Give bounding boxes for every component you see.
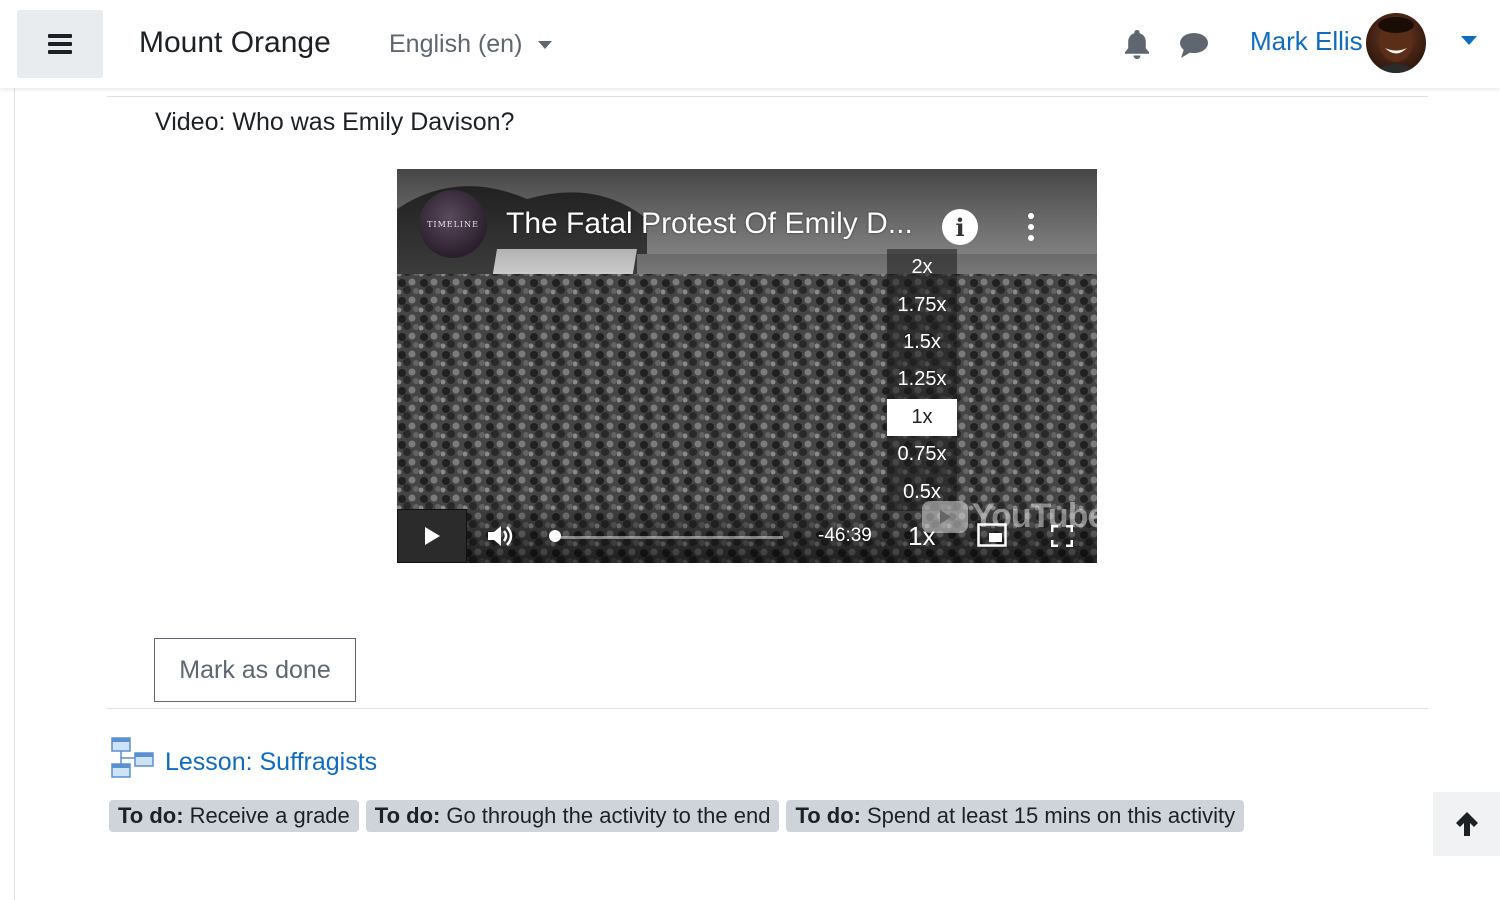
caret-down-icon [538,40,553,49]
activity-title: Video: Who was Emily Davison? [155,108,515,136]
volume-icon[interactable] [486,523,514,554]
play-button[interactable] [397,509,467,563]
bell-icon[interactable] [1122,28,1152,65]
progress-bar[interactable] [555,536,783,539]
playback-speed-button[interactable]: 1x [908,521,935,552]
arrow-up-icon [1455,812,1478,836]
speed-option[interactable]: 1x [887,398,957,436]
video-player[interactable]: TIMELINE The Fatal Protest Of Emily D...… [397,169,1097,563]
page-border [14,88,15,900]
divider [107,96,1428,97]
avatar[interactable] [1366,13,1426,73]
play-icon [425,527,440,545]
top-navbar: Mount Orange English (en) Mark Ellis [0,0,1500,88]
todo-text: Spend at least 15 mins on this activity [867,803,1236,828]
pip-icon[interactable] [977,523,1007,552]
time-remaining: -46:39 [818,525,872,546]
completion-badges: To do: Receive a grade To do: Go through… [109,800,1251,832]
todo-text: Receive a grade [189,803,350,828]
todo-text: Go through the activity to the end [446,803,771,828]
speed-option[interactable]: 0.75x [887,436,957,473]
mark-as-done-button[interactable]: Mark as done [154,638,356,702]
todo-prefix: To do: [795,803,861,828]
video-heading[interactable]: The Fatal Protest Of Emily D... [506,207,913,241]
progress-handle[interactable] [549,530,561,542]
site-name[interactable]: Mount Orange [139,26,331,60]
user-name[interactable]: Mark Ellis [1250,26,1363,57]
playback-speed-menu: 2x 1.75x 1.5x 1.25x 1x 0.75x 0.5x [887,249,957,511]
todo-badge: To do: Receive a grade [109,800,359,832]
todo-badge: To do: Go through the activity to the en… [365,800,780,832]
lesson-link[interactable]: Lesson: Suffragists [165,748,377,777]
speed-option[interactable]: 2x [887,249,957,286]
todo-badge: To do: Spend at least 15 mins on this ac… [786,800,1245,832]
speed-option[interactable]: 1.5x [887,324,957,361]
lesson-icon [110,736,156,785]
channel-logo[interactable]: TIMELINE [419,190,487,258]
language-label: English (en) [389,30,523,58]
fullscreen-icon[interactable] [1050,524,1074,552]
todo-prefix: To do: [118,803,184,828]
back-to-top-button[interactable] [1433,792,1500,856]
user-menu-caret-icon[interactable] [1461,36,1477,45]
speed-option[interactable]: 1.75x [887,286,957,323]
chat-icon[interactable] [1178,31,1210,64]
drawer-toggle-button[interactable] [17,10,103,78]
more-options-icon[interactable] [1028,213,1034,246]
language-menu[interactable]: English (en) [389,30,553,59]
speed-option[interactable]: 1.25x [887,361,957,398]
divider [107,708,1428,709]
todo-prefix: To do: [374,803,441,828]
player-controls: -46:39 YouTube 1x [397,497,1097,563]
menu-icon [48,30,72,58]
info-icon[interactable]: i [942,209,978,245]
